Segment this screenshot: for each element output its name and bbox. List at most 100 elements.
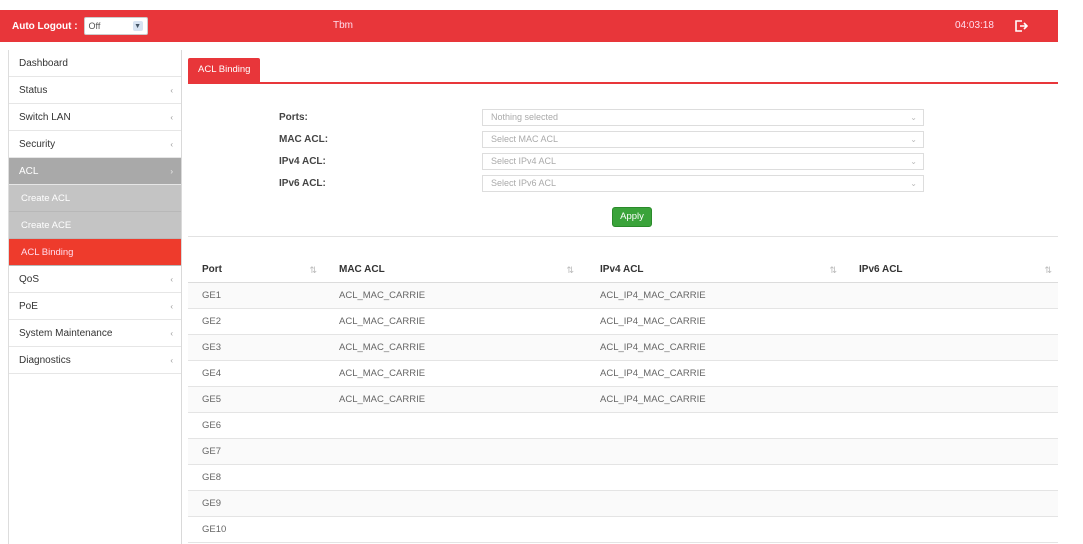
sidebar-item-diagnostics[interactable]: Diagnostics ‹	[9, 347, 181, 374]
table-row[interactable]: GE3 ACL_MAC_CARRIE ACL_IP4_MAC_CARRIE	[188, 335, 1058, 361]
section-divider	[188, 236, 1058, 237]
table-row[interactable]: GE10	[188, 517, 1058, 543]
ipv6-acl-select[interactable]: Select IPv6 ACL ⌄	[482, 175, 924, 192]
apply-button[interactable]: Apply	[612, 207, 652, 227]
column-header-label: Port	[202, 263, 222, 275]
sidebar-subitem-acl-binding[interactable]: ACL Binding	[9, 239, 181, 266]
auto-logout-label: Auto Logout :	[12, 20, 78, 32]
table-row[interactable]: GE2 ACL_MAC_CARRIE ACL_IP4_MAC_CARRIE	[188, 309, 1058, 335]
chevron-left-icon: ‹	[170, 301, 173, 311]
table-row[interactable]: GE5 ACL_MAC_CARRIE ACL_IP4_MAC_CARRIE	[188, 387, 1058, 413]
sidebar-subitem-label: Create ACL	[21, 192, 71, 204]
cell-ipv4-acl: ACL_IP4_MAC_CARRIE	[600, 394, 706, 405]
cell-port: GE8	[202, 472, 222, 483]
table-body: GE1 ACL_MAC_CARRIE ACL_IP4_MAC_CARRIE GE2 AC…	[188, 283, 1058, 543]
column-header-label: IPv6 ACL	[859, 263, 903, 275]
cell-port: GE7	[202, 446, 222, 457]
cell-ipv4-acl: ACL_IP4_MAC_CARRIE	[600, 368, 706, 379]
cell-ipv4-acl: ACL_IP4_MAC_CARRIE	[600, 316, 706, 327]
table-header: Port ⇅ MAC ACL ⇅ IPv4 ACL ⇅ IPv6 ACL ⇅	[188, 257, 1058, 283]
cell-ipv4-acl: ACL_IP4_MAC_CARRIE	[600, 342, 706, 353]
ipv6-acl-placeholder: Select IPv6 ACL	[491, 178, 557, 188]
ports-placeholder: Nothing selected	[491, 112, 559, 122]
sidebar-item-qos[interactable]: QoS ‹	[9, 266, 181, 293]
acl-binding-table: Port ⇅ MAC ACL ⇅ IPv4 ACL ⇅ IPv6 ACL ⇅ G…	[188, 257, 1058, 543]
sidebar-item-switch-lan[interactable]: Switch LAN ‹	[9, 104, 181, 131]
sort-icon: ⇅	[309, 264, 317, 275]
sort-icon: ⇅	[566, 264, 574, 275]
ipv6-acl-label: IPv6 ACL:	[279, 178, 326, 189]
table-row[interactable]: GE4 ACL_MAC_CARRIE ACL_IP4_MAC_CARRIE	[188, 361, 1058, 387]
cell-mac-acl: ACL_MAC_CARRIE	[339, 342, 426, 353]
sidebar-item-status[interactable]: Status ‹	[9, 77, 181, 104]
tab-acl-binding[interactable]: ACL Binding	[188, 58, 261, 82]
sidebar-item-label: System Maintenance	[19, 327, 113, 339]
auto-logout-control: Auto Logout : Off ▼	[0, 10, 175, 42]
clock-time: 04:03:18	[955, 20, 994, 31]
ipv4-acl-select[interactable]: Select IPv4 ACL ⌄	[482, 153, 924, 170]
cell-mac-acl: ACL_MAC_CARRIE	[339, 316, 426, 327]
sidebar-item-label: Switch LAN	[19, 111, 71, 123]
mac-acl-label: MAC ACL:	[279, 134, 329, 145]
sidebar-item-label: Status	[19, 84, 48, 96]
column-header-ipv6-acl[interactable]: IPv6 ACL ⇅	[843, 257, 1058, 283]
table-row[interactable]: GE7	[188, 439, 1058, 465]
column-header-port[interactable]: Port ⇅	[188, 257, 323, 283]
tab-bar: ACL Binding	[188, 58, 1058, 84]
chevron-left-icon: ‹	[170, 85, 173, 95]
cell-port: GE9	[202, 498, 222, 509]
auto-logout-value: Off	[88, 21, 101, 31]
chevron-left-icon: ‹	[170, 139, 173, 149]
chevron-down-icon: ⌄	[910, 135, 917, 144]
chevron-left-icon: ‹	[170, 328, 173, 338]
sidebar-nav: Dashboard Status ‹ Switch LAN ‹ Security…	[8, 50, 182, 544]
ports-select[interactable]: Nothing selected ⌄	[482, 109, 924, 126]
sidebar-subitem-create-ace[interactable]: Create ACE	[9, 212, 181, 239]
chevron-down-icon: ⌄	[910, 157, 917, 166]
sidebar-item-label: Security	[19, 138, 56, 150]
chevron-down-icon: ▼	[132, 21, 143, 31]
cell-mac-acl: ACL_MAC_CARRIE	[339, 368, 426, 379]
chevron-right-icon: ›	[170, 166, 173, 176]
sidebar-item-label: Dashboard	[19, 57, 68, 69]
chevron-left-icon: ‹	[170, 112, 173, 122]
chevron-down-icon: ⌄	[910, 179, 917, 188]
table-row[interactable]: GE9	[188, 491, 1058, 517]
sidebar-item-label: ACL	[19, 165, 39, 177]
table-row[interactable]: GE8	[188, 465, 1058, 491]
cell-port: GE1	[202, 290, 222, 301]
mac-acl-placeholder: Select MAC ACL	[491, 134, 559, 144]
cell-port: GE4	[202, 368, 222, 379]
cell-port: GE10	[202, 524, 227, 535]
column-header-mac-acl[interactable]: MAC ACL ⇅	[323, 257, 580, 283]
column-header-label: MAC ACL	[339, 263, 385, 275]
sidebar-item-label: Diagnostics	[19, 354, 71, 366]
cell-mac-acl: ACL_MAC_CARRIE	[339, 290, 426, 301]
ipv4-acl-label: IPv4 ACL:	[279, 156, 326, 167]
sidebar-subitem-label: ACL Binding	[21, 246, 74, 258]
table-row[interactable]: GE6	[188, 413, 1058, 439]
cell-mac-acl: ACL_MAC_CARRIE	[339, 394, 426, 405]
chevron-down-icon: ⌄	[910, 113, 917, 122]
sidebar-subitem-create-acl[interactable]: Create ACL	[9, 185, 181, 212]
cell-port: GE3	[202, 342, 222, 353]
device-name: Tbm	[333, 20, 353, 31]
sidebar-item-security[interactable]: Security ‹	[9, 131, 181, 158]
sidebar-subitem-label: Create ACE	[21, 219, 72, 231]
column-header-label: IPv4 ACL	[600, 263, 644, 275]
sidebar-item-label: QoS	[19, 273, 40, 285]
ports-label: Ports:	[279, 112, 308, 123]
sidebar-item-poe[interactable]: PoE ‹	[9, 293, 181, 320]
sidebar-item-dashboard[interactable]: Dashboard	[9, 50, 181, 77]
table-row[interactable]: GE1 ACL_MAC_CARRIE ACL_IP4_MAC_CARRIE	[188, 283, 1058, 309]
mac-acl-select[interactable]: Select MAC ACL ⌄	[482, 131, 924, 148]
logout-icon[interactable]	[1014, 19, 1028, 33]
sort-icon: ⇅	[1044, 264, 1052, 275]
auto-logout-select[interactable]: Off ▼	[83, 17, 148, 35]
column-header-ipv4-acl[interactable]: IPv4 ACL ⇅	[580, 257, 843, 283]
main-content: ACL Binding Ports: Nothing selected ⌄ MA…	[182, 50, 1058, 544]
sidebar-item-acl[interactable]: ACL ›	[9, 158, 181, 185]
sidebar-item-system-maintenance[interactable]: System Maintenance ‹	[9, 320, 181, 347]
cell-port: GE5	[202, 394, 222, 405]
chevron-left-icon: ‹	[170, 355, 173, 365]
